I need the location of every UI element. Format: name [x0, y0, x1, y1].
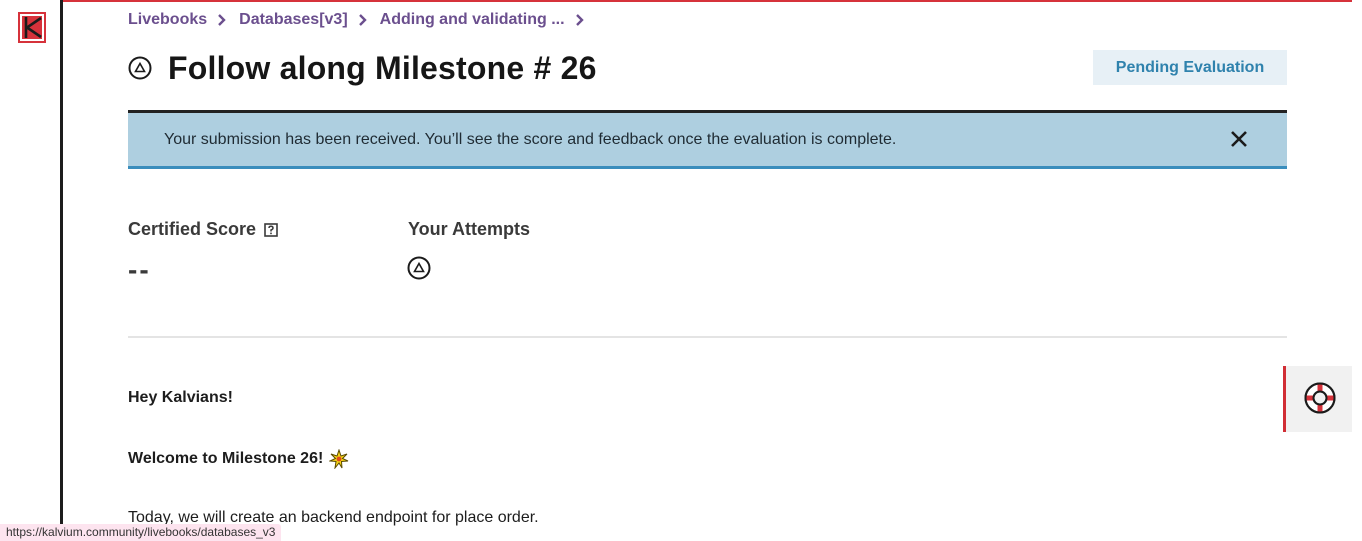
- page-title: Follow along Milestone # 26: [168, 49, 597, 86]
- kalvium-logo-icon[interactable]: [18, 12, 46, 43]
- main-content: Livebooks Databases[v3] Adding and valid…: [128, 0, 1287, 541]
- certified-score-text: Certified Score: [128, 219, 257, 239]
- support-widget-button[interactable]: [1283, 366, 1352, 432]
- chevron-right-icon: [575, 14, 584, 26]
- alert-message: Your submission has been received. You’l…: [164, 131, 897, 148]
- section-divider: [128, 336, 1287, 338]
- breadcrumb-livebooks[interactable]: Livebooks: [128, 11, 207, 29]
- close-icon[interactable]: [1229, 129, 1249, 149]
- page-scrollbar[interactable]: [1352, 0, 1362, 541]
- title-row: Follow along Milestone # 26: [128, 46, 597, 90]
- chevron-right-icon: [218, 14, 226, 26]
- lifebuoy-icon: [1304, 382, 1336, 414]
- your-attempts-label: Your Attempts: [408, 219, 531, 239]
- left-sidebar: [0, 0, 60, 541]
- status-bar-url: https://kalvium.community/livebooks/data…: [0, 524, 282, 541]
- status-badge: Pending Evaluation: [1093, 50, 1287, 85]
- certified-score-value: --: [128, 254, 151, 285]
- app-page: Livebooks Databases[v3] Adding and valid…: [0, 0, 1362, 541]
- greeting-text: Hey Kalvians!: [128, 389, 233, 406]
- breadcrumb: Livebooks Databases[v3] Adding and valid…: [128, 9, 597, 31]
- welcome-line: Welcome to Milestone 26!: [128, 449, 349, 469]
- breadcrumb-adding-validating[interactable]: Adding and validating ...: [380, 11, 565, 29]
- chevron-right-icon: [358, 14, 367, 26]
- sparkle-emoji-icon: [329, 449, 349, 469]
- breadcrumb-databases[interactable]: Databases[v3]: [239, 11, 348, 29]
- pending-triangle-icon: [128, 56, 152, 80]
- welcome-text: Welcome to Milestone 26!: [128, 450, 324, 467]
- help-square-icon[interactable]: [264, 222, 278, 237]
- sidebar-divider: [60, 0, 63, 541]
- certified-score-label: Certified Score: [128, 219, 278, 240]
- submission-alert: Your submission has been received. You’l…: [128, 110, 1287, 169]
- pending-triangle-icon[interactable]: [407, 256, 431, 280]
